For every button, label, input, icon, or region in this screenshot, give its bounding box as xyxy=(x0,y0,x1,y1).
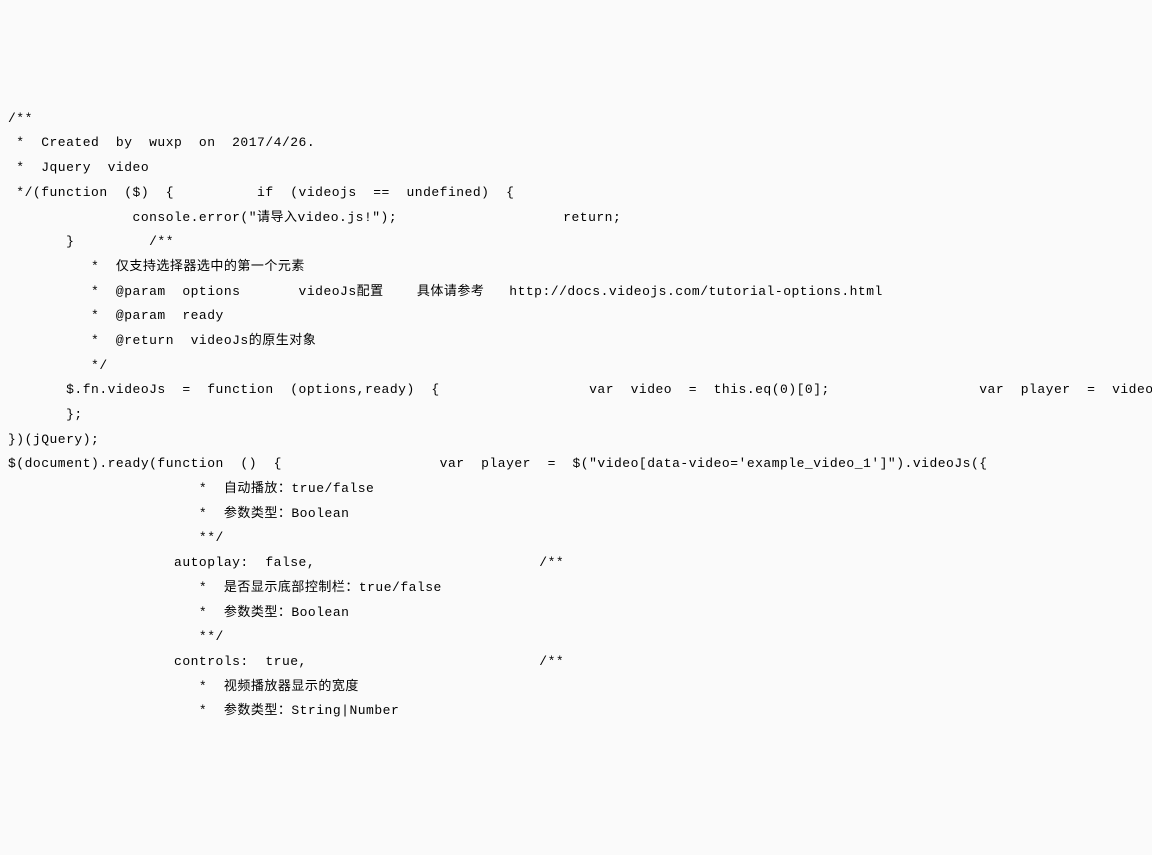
code-line: * 参数类型：String|Number xyxy=(8,703,399,718)
code-line: autoplay: false, /** xyxy=(8,555,564,570)
code-line: } /** xyxy=(8,234,174,249)
code-line: console.error("请导入video.js!"); return; xyxy=(8,210,621,225)
code-line: $.fn.videoJs = function (options,ready) … xyxy=(8,382,1152,397)
code-line: controls: true, /** xyxy=(8,654,564,669)
code-line: }; xyxy=(8,407,83,422)
code-line: * 仅支持选择器选中的第一个元素 xyxy=(8,259,305,274)
code-line: * 是否显示底部控制栏：true/false xyxy=(8,580,442,595)
code-line: })(jQuery); xyxy=(8,432,99,447)
code-line: * @param options videoJs配置 具体请参考 http://… xyxy=(8,284,883,299)
code-line: **/ xyxy=(8,530,224,545)
code-line: * @param ready xyxy=(8,308,224,323)
code-line: */ xyxy=(8,358,108,373)
code-line: * Jquery video xyxy=(8,160,149,175)
code-line: * 自动播放：true/false xyxy=(8,481,374,496)
code-line: * Created by wuxp on 2017/4/26. xyxy=(8,135,315,150)
code-line: $(document).ready(function () { var play… xyxy=(8,456,1152,471)
code-line: * 参数类型：Boolean xyxy=(8,605,349,620)
code-line: **/ xyxy=(8,629,224,644)
code-line: /** xyxy=(8,111,33,126)
code-line: * 参数类型：Boolean xyxy=(8,506,349,521)
code-block: /** * Created by wuxp on 2017/4/26. * Jq… xyxy=(8,107,1144,724)
code-line: * 视频播放器显示的宽度 xyxy=(8,679,359,694)
code-line: */(function ($) { if (videojs == undefin… xyxy=(8,185,514,200)
code-line: * @return videoJs的原生对象 xyxy=(8,333,316,348)
